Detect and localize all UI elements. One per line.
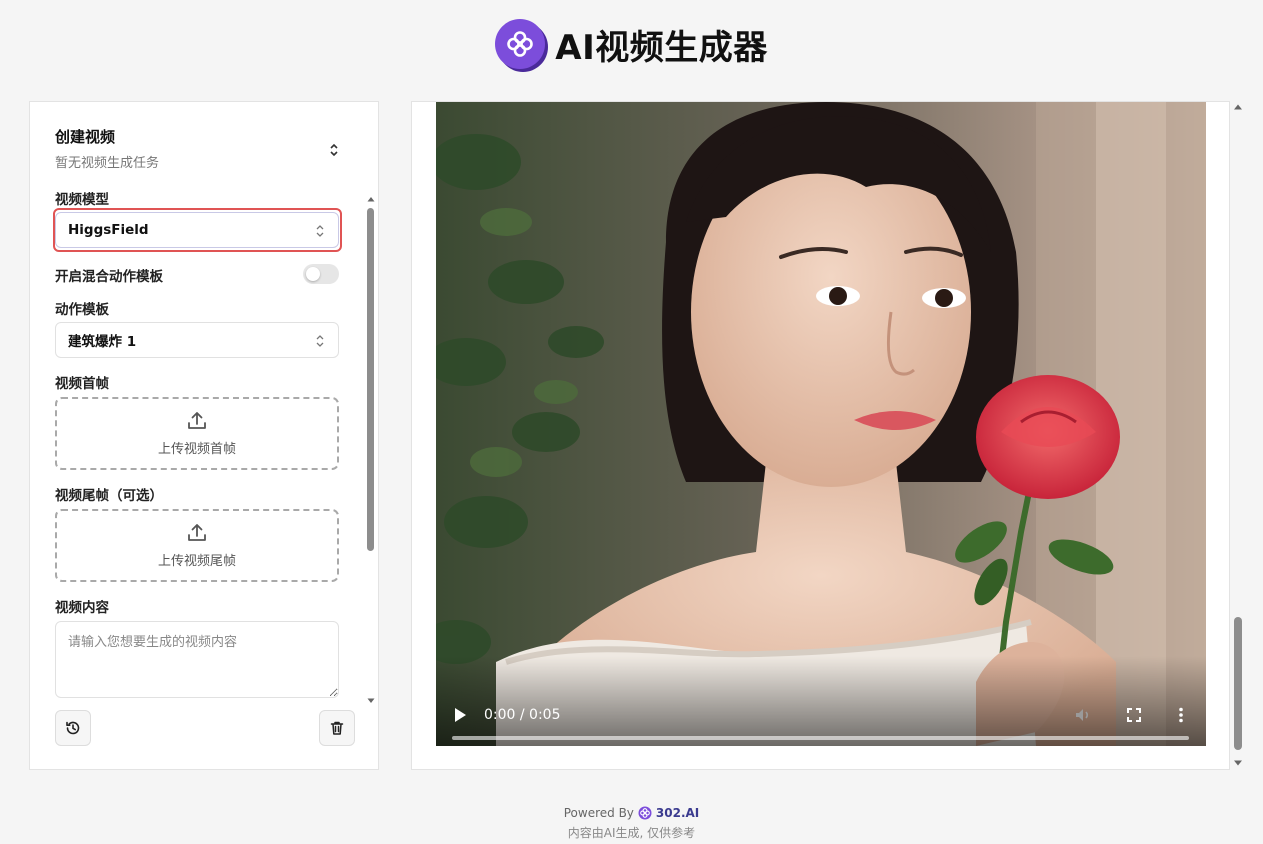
model-label: 视频模型 (55, 192, 109, 208)
last-frame-label: 视频尾帧（可选） (55, 488, 163, 504)
video-time: 0:00 / 0:05 (484, 707, 561, 723)
delete-button[interactable] (319, 710, 355, 746)
footer: Powered By 302.AI 内容由AI生成, 仅供参考 (0, 806, 1263, 841)
first-frame-label: 视频首帧 (55, 376, 109, 392)
toggle-knob (306, 267, 320, 281)
chevrons-up-down-icon (316, 225, 324, 237)
video-content-input[interactable] (55, 621, 339, 698)
video-player[interactable]: 0:00 / 0:05 (436, 102, 1206, 746)
mix-template-toggle[interactable] (303, 264, 339, 284)
video-preview-panel: 0:00 / 0:05 (411, 101, 1230, 770)
template-value: 建筑爆炸 1 (68, 334, 137, 350)
scroll-down-arrow-icon[interactable] (1232, 757, 1244, 769)
first-frame-upload[interactable]: 上传视频首帧 (55, 397, 339, 470)
brand-link[interactable]: 302.AI (656, 806, 699, 820)
mix-template-label: 开启混合动作模板 (55, 269, 163, 285)
play-icon[interactable] (452, 706, 468, 724)
history-icon (66, 721, 80, 735)
template-label: 动作模板 (55, 302, 109, 318)
app-title: AI视频生成器 (555, 27, 768, 68)
powered-by: Powered By 302.AI (0, 806, 1263, 820)
scroll-up-arrow-icon[interactable] (1232, 101, 1244, 113)
volume-icon[interactable] (1074, 706, 1092, 724)
create-section-header: 创建视频 暂无视频生成任务 (55, 126, 345, 171)
brand-logo-icon (638, 806, 652, 820)
scroll-down-arrow-icon[interactable] (366, 696, 376, 706)
create-title: 创建视频 (55, 128, 116, 146)
upload-icon (188, 412, 206, 429)
scroll-up-arrow-icon[interactable] (366, 194, 376, 204)
content-label: 视频内容 (55, 600, 109, 616)
collapse-toggle-button[interactable] (326, 142, 342, 158)
video-frame-image (436, 102, 1206, 746)
task-status-text: 暂无视频生成任务 (55, 156, 160, 171)
ai-disclaimer: 内容由AI生成, 仅供参考 (567, 826, 696, 840)
last-frame-upload-text: 上传视频尾帧 (157, 554, 236, 569)
chevrons-up-down-icon (330, 143, 338, 157)
more-options-icon[interactable] (1172, 706, 1190, 724)
video-progress-bar[interactable] (452, 736, 1189, 740)
flower-logo-icon (495, 19, 546, 69)
fullscreen-icon[interactable] (1125, 706, 1143, 724)
chevrons-up-down-icon (316, 335, 324, 347)
page-scrollbar-thumb[interactable] (1234, 617, 1242, 750)
template-select[interactable]: 建筑爆炸 1 (55, 322, 339, 358)
form-scrollbar-thumb[interactable] (367, 208, 374, 551)
form-scrollbar[interactable] (366, 194, 376, 706)
create-video-panel: 创建视频 暂无视频生成任务 视频模型 HiggsField 开启混合动作模板 动… (29, 101, 379, 770)
last-frame-upload[interactable]: 上传视频尾帧 (55, 509, 339, 582)
page-scrollbar[interactable] (1232, 101, 1244, 769)
powered-by-text: Powered By (563, 806, 634, 820)
model-select[interactable]: HiggsField (55, 212, 339, 248)
video-controls: 0:00 / 0:05 (436, 656, 1206, 746)
history-button[interactable] (55, 710, 91, 746)
header: AI视频生成器 (0, 18, 1263, 70)
first-frame-upload-text: 上传视频首帧 (157, 442, 236, 457)
model-value: HiggsField (68, 222, 149, 238)
trash-icon (330, 721, 344, 735)
upload-icon (188, 524, 206, 541)
